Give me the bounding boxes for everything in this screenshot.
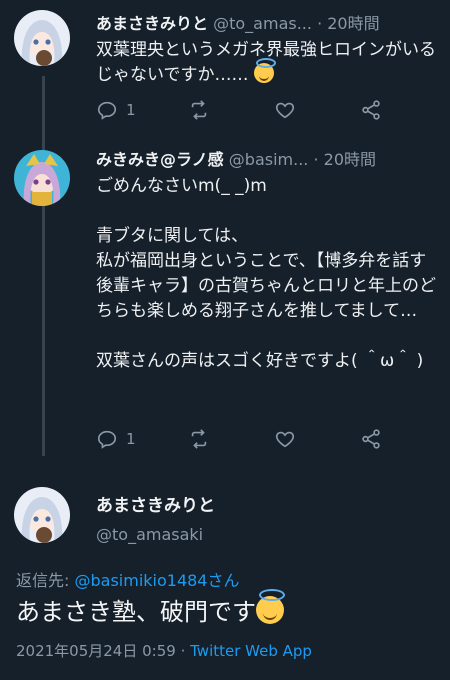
reply-to-label: 返信先: [16, 571, 75, 590]
retweet-button[interactable] [188, 428, 218, 450]
user-name[interactable]: みきみき@ラノ感 [96, 150, 224, 169]
retweet-icon [191, 100, 207, 120]
like-button[interactable] [274, 428, 304, 450]
like-icon [275, 102, 295, 119]
separator-dot: · [317, 14, 323, 33]
share-icon [362, 429, 380, 449]
main-tweet-text: あまさき塾、破門です [16, 589, 285, 628]
source-app-link[interactable]: Twitter Web App [190, 642, 312, 660]
avatar[interactable] [14, 150, 70, 206]
like-icon [275, 431, 295, 448]
thread-line [42, 76, 45, 456]
user-handle[interactable]: @basim... [229, 150, 309, 169]
separator-dot: · [175, 642, 191, 660]
share-button[interactable] [360, 428, 382, 450]
tweet-text: 双葉理央というメガネ界最強ヒロインがいるじゃないですか…… [96, 38, 441, 88]
separator-dot: · [313, 150, 319, 169]
user-name[interactable]: あまさきみりと [96, 14, 208, 33]
main-user-handle[interactable]: @to_amasaki [96, 525, 203, 544]
timestamp[interactable]: 20時間 [324, 150, 376, 169]
action-bar: 1 [96, 428, 396, 456]
reply-button[interactable]: 1 [96, 99, 136, 121]
share-icon [362, 100, 380, 120]
tweet-header: あまさきみりと @to_amas... · 20時間 [96, 13, 380, 35]
action-bar: 1 [96, 99, 396, 127]
reply-icon [97, 430, 117, 449]
halo-emoji-icon [253, 58, 276, 83]
halo-emoji-icon [256, 589, 285, 624]
reply-to-line: 返信先: @basimikio1484さん [16, 567, 239, 591]
avatar[interactable] [14, 10, 70, 66]
timestamp[interactable]: 20時間 [327, 14, 379, 33]
like-button[interactable] [274, 99, 304, 121]
main-user-name[interactable]: あまさきみりと [96, 491, 215, 516]
retweet-button[interactable] [188, 99, 218, 121]
share-button[interactable] [360, 99, 382, 121]
reply-icon [97, 101, 117, 120]
user-handle[interactable]: @to_amas... [213, 14, 312, 33]
main-tweet-text-content: あまさき塾、破門です [16, 598, 256, 626]
reply-count: 1 [126, 101, 136, 119]
tweet-text: ごめんなさいm(_ _)m 青ブタに関しては、 私が福岡出身ということで、【博多… [96, 176, 436, 371]
reply-count: 1 [126, 430, 136, 448]
reply-to-link[interactable]: @basimikio1484さん [74, 571, 239, 590]
tweet-header: みきみき@ラノ感 @basim... · 20時間 [96, 149, 376, 171]
tweet-meta: 2021年05月24日 0:59 · Twitter Web App [16, 640, 312, 661]
retweet-icon [191, 429, 207, 449]
avatar[interactable] [14, 487, 70, 543]
tweet-date[interactable]: 2021年05月24日 0:59 [16, 642, 176, 660]
reply-button[interactable]: 1 [96, 428, 136, 450]
